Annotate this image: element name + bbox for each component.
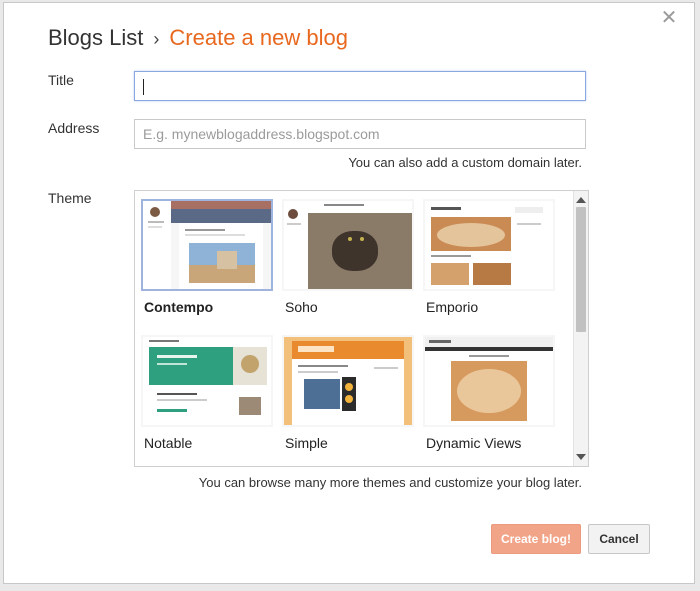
theme-tile-soho[interactable]: Soho: [282, 199, 414, 315]
text-caret: [143, 79, 144, 96]
theme-tile-notable[interactable]: Notable: [141, 335, 273, 451]
notable-thumbnail: [141, 335, 273, 427]
address-label: Address: [48, 120, 100, 136]
scroll-up-arrow-icon[interactable]: [576, 197, 586, 203]
address-input[interactable]: E.g. mynewblogaddress.blogspot.com: [134, 119, 586, 149]
soho-thumbnail: [282, 199, 414, 291]
theme-scrollbar[interactable]: [573, 191, 588, 466]
theme-picker: Contempo Soho Emporio Notable Simple Dyn…: [134, 190, 589, 467]
theme-name: Soho: [285, 299, 318, 315]
scroll-thumb[interactable]: [576, 207, 586, 332]
title-input[interactable]: [134, 71, 586, 101]
title-label: Title: [48, 72, 74, 88]
scroll-down-arrow-icon[interactable]: [576, 454, 586, 460]
theme-name: Simple: [285, 435, 328, 451]
theme-tile-simple[interactable]: Simple: [282, 335, 414, 451]
dynamic-views-thumbnail: [423, 335, 555, 427]
chevron-right-icon: ›: [153, 29, 160, 49]
theme-name: Dynamic Views: [426, 435, 522, 451]
address-hint: You can also add a custom domain later.: [348, 155, 582, 170]
theme-name: Emporio: [426, 299, 479, 315]
breadcrumb: Blogs List › Create a new blog: [48, 25, 348, 51]
close-icon[interactable]: ✕: [660, 8, 678, 28]
theme-tile-dynamic-views[interactable]: Dynamic Views: [423, 335, 555, 451]
create-blog-button[interactable]: Create blog!: [491, 524, 581, 554]
breadcrumb-blogs-list[interactable]: Blogs List: [48, 25, 143, 50]
theme-name: Notable: [144, 435, 193, 451]
theme-label: Theme: [48, 190, 92, 206]
theme-tile-contempo[interactable]: Contempo: [141, 199, 273, 315]
create-blog-dialog: ✕ Blogs List › Create a new blog Title Add…: [3, 2, 695, 584]
simple-thumbnail: [282, 335, 414, 427]
theme-name: Contempo: [144, 299, 214, 315]
address-placeholder: E.g. mynewblogaddress.blogspot.com: [143, 126, 380, 142]
page-title: Create a new blog: [169, 25, 348, 50]
emporio-thumbnail: [423, 199, 555, 291]
theme-tile-emporio[interactable]: Emporio: [423, 199, 555, 315]
cancel-button[interactable]: Cancel: [588, 524, 650, 554]
theme-hint: You can browse many more themes and cust…: [198, 475, 582, 490]
contempo-thumbnail: [141, 199, 273, 291]
